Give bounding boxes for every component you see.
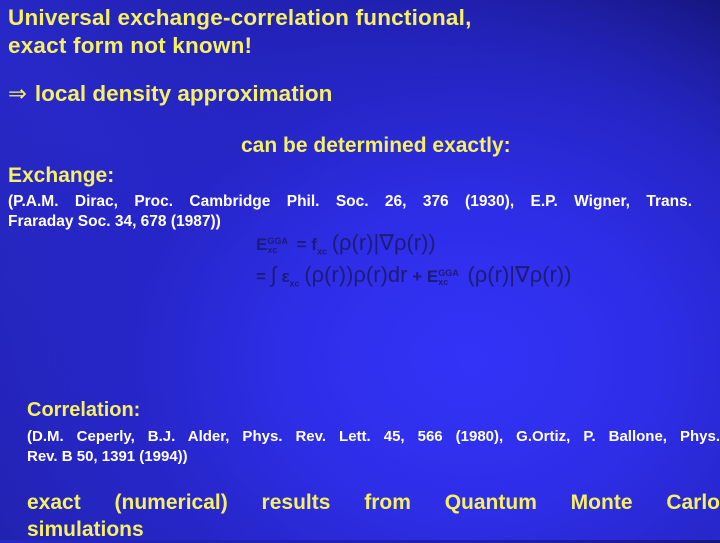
- formula-line-1: E GGA xc = fxc (ρ(r)|∇ρ(r)): [256, 228, 572, 260]
- slide-title-line-1: Universal exchange-correlation functiona…: [8, 5, 472, 30]
- formula-f-sub: xc: [316, 246, 327, 257]
- formula-E2-scripts: GGA xc: [438, 268, 459, 287]
- slide: Universal exchange-correlation functiona…: [0, 0, 720, 543]
- formula-line-2: = ∫ εxc (ρ(r))ρ(r)dr + E GGA xc (ρ(r)|∇ρ(r…: [256, 260, 572, 292]
- slide-title-line-2: exact form not known!: [8, 33, 253, 58]
- qmc-statement-line-1: exact (numerical) results from Quantum M…: [27, 491, 720, 514]
- formula-E2-sub: xc: [438, 276, 449, 287]
- formula-equals-2: =: [256, 267, 266, 286]
- slide-title: Universal exchange-correlation functiona…: [8, 4, 472, 60]
- formula-E: E: [256, 235, 268, 254]
- qmc-statement-line-2: simulations: [27, 518, 144, 541]
- formula-term1: (ρ(r))ρ(r)dr: [304, 262, 408, 287]
- formula-epsilon-sub: xc: [289, 278, 300, 289]
- correlation-reference-line-2: Rev. B 50, 1391 (1994)): [27, 448, 188, 465]
- exchange-heading: Exchange:: [8, 164, 115, 187]
- formula-args-2: (ρ(r)|∇ρ(r)): [467, 262, 572, 287]
- correlation-heading: Correlation:: [27, 399, 141, 421]
- formula-args: (ρ(r)|∇ρ(r)): [331, 230, 436, 255]
- formula-plus: +: [412, 267, 423, 286]
- formula-epsilon: ε: [281, 267, 290, 286]
- formula-E-scripts: GGA xc: [267, 236, 288, 255]
- correlation-reference: (D.M. Ceperly, B.J. Alder, Phys. Rev. Le…: [27, 427, 720, 467]
- exchange-reference: (P.A.M. Dirac, Proc. Cambridge Phil. Soc…: [8, 192, 692, 232]
- determined-exactly-text: can be determined exactly:: [241, 134, 511, 157]
- exchange-reference-line-1: (P.A.M. Dirac, Proc. Cambridge Phil. Soc…: [8, 193, 692, 210]
- lda-text: local density approximation: [34, 81, 333, 106]
- lda-line: ⇒ local density approximation: [8, 80, 332, 108]
- formula-equals: =: [296, 235, 307, 254]
- qmc-statement: exact (numerical) results from Quantum M…: [27, 489, 720, 543]
- integral-sign: ∫: [270, 262, 277, 287]
- formula-E-sub: xc: [267, 244, 278, 255]
- correlation-reference-line-1: (D.M. Ceperly, B.J. Alder, Phys. Rev. Le…: [27, 428, 720, 445]
- gga-formula: E GGA xc = fxc (ρ(r)|∇ρ(r)) = ∫ εxc (ρ(r))…: [256, 228, 572, 292]
- implies-arrow-icon: ⇒: [8, 81, 27, 106]
- formula-E2: E: [426, 267, 439, 286]
